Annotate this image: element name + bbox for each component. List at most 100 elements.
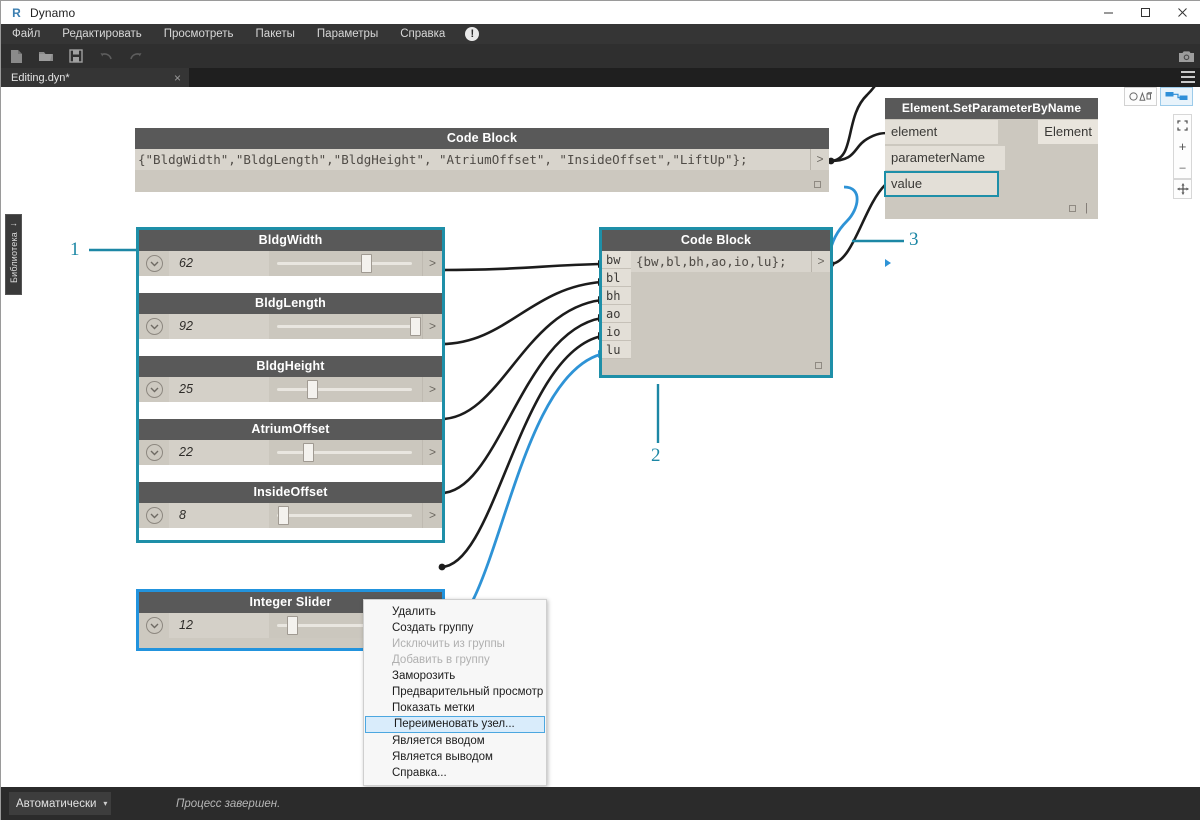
- slider-group-selection[interactable]: BldgWidth 62 > BldgLength 92: [139, 230, 442, 540]
- menu-item-settings[interactable]: Параметры: [306, 24, 389, 44]
- graph-canvas[interactable]: → Библиотека Code Block {"BldgWidth","Bl…: [1, 87, 1200, 787]
- node-slider-bldgwidth[interactable]: BldgWidth 62 >: [139, 230, 442, 293]
- expand-caret-button[interactable]: [139, 251, 169, 276]
- new-file-icon[interactable]: [1, 44, 31, 68]
- node-menu-icon[interactable]: |: [1085, 202, 1088, 214]
- output-port[interactable]: >: [810, 149, 829, 170]
- node-title: InsideOffset: [139, 482, 442, 503]
- expand-caret-button[interactable]: [139, 314, 169, 339]
- menu-item-help[interactable]: Справка: [389, 24, 456, 44]
- expand-caret-button[interactable]: [139, 613, 169, 638]
- ctx-create-group[interactable]: Создать группу: [364, 620, 546, 636]
- slider-track[interactable]: [269, 503, 422, 528]
- ctx-freeze[interactable]: Заморозить: [364, 668, 546, 684]
- output-port-element[interactable]: Element: [1038, 120, 1098, 144]
- input-port-ao[interactable]: ao: [602, 305, 631, 323]
- camera-icon[interactable]: [1171, 44, 1200, 68]
- slider-thumb[interactable]: [303, 443, 314, 462]
- slider-track[interactable]: [269, 314, 422, 339]
- redo-icon[interactable]: [121, 44, 151, 68]
- preview-toggle-icon[interactable]: [814, 181, 821, 188]
- node-slider-bldgheight[interactable]: BldgHeight 25 >: [139, 356, 442, 419]
- expand-caret-button[interactable]: [139, 377, 169, 402]
- output-port[interactable]: >: [422, 440, 442, 465]
- pin-arrow-icon[interactable]: →: [9, 218, 18, 228]
- slider-thumb[interactable]: [410, 317, 421, 336]
- title-bar: R Dynamo: [1, 1, 1200, 24]
- slider-thumb[interactable]: [287, 616, 298, 635]
- tab-close-icon[interactable]: ×: [174, 72, 181, 84]
- input-port-parametername[interactable]: parameterName: [885, 146, 1005, 170]
- output-port[interactable]: >: [811, 251, 830, 272]
- ctx-is-input[interactable]: Является вводом: [364, 733, 546, 749]
- slider-row: 92 >: [139, 314, 442, 339]
- code-block-text[interactable]: {"BldgWidth","BldgLength","BldgHeight", …: [135, 149, 810, 170]
- save-file-icon[interactable]: [61, 44, 91, 68]
- minimize-icon[interactable]: [1090, 1, 1127, 24]
- maximize-icon[interactable]: [1127, 1, 1164, 24]
- fit-to-screen-icon[interactable]: [1173, 115, 1192, 136]
- slider-thumb[interactable]: [307, 380, 318, 399]
- node-footer: [139, 339, 442, 356]
- close-icon[interactable]: [1164, 1, 1200, 24]
- slider-value[interactable]: 22: [169, 440, 269, 465]
- ctx-delete[interactable]: Удалить: [364, 604, 546, 620]
- slider-value[interactable]: 25: [169, 377, 269, 402]
- node-element-set-parameter-by-name[interactable]: Element.SetParameterByName element Eleme…: [885, 98, 1098, 219]
- input-port-bl[interactable]: bl: [602, 269, 631, 287]
- slider-track[interactable]: [269, 251, 422, 276]
- output-port[interactable]: >: [422, 503, 442, 528]
- port-row-parametername: parameterName: [885, 145, 1098, 171]
- input-port-value[interactable]: value: [885, 172, 998, 196]
- node-context-menu[interactable]: Удалить Создать группу Исключить из груп…: [363, 599, 547, 786]
- slider-thumb[interactable]: [361, 254, 372, 273]
- slider-track[interactable]: [269, 440, 422, 465]
- slider-value[interactable]: 62: [169, 251, 269, 276]
- node-code-block-main[interactable]: Code Block bw bl bh ao io lu {bw,bl,bh,a…: [602, 230, 830, 375]
- tab-editing-dyn[interactable]: Editing.dyn* ×: [1, 68, 189, 87]
- ctx-help[interactable]: Справка...: [364, 765, 546, 781]
- run-mode-dropdown[interactable]: Автоматически ▾: [9, 792, 111, 815]
- geometry-view-icon[interactable]: [1124, 87, 1157, 106]
- menu-item-packages[interactable]: Пакеты: [245, 24, 306, 44]
- ctx-preview[interactable]: Предварительный просмотр: [364, 684, 546, 700]
- input-port-lu[interactable]: lu: [602, 341, 631, 359]
- ctx-rename-node[interactable]: Переименовать узел...: [365, 716, 545, 733]
- pan-icon[interactable]: [1173, 179, 1192, 199]
- code-block-text[interactable]: {bw,bl,bh,ao,io,lu};: [631, 251, 811, 272]
- slider-value[interactable]: 12: [169, 613, 269, 638]
- node-slider-atriumoffset[interactable]: AtriumOffset 22 >: [139, 419, 442, 482]
- zoom-out-button[interactable]: –: [1173, 157, 1192, 178]
- output-port[interactable]: >: [422, 314, 442, 339]
- output-port[interactable]: >: [422, 377, 442, 402]
- undo-icon[interactable]: [91, 44, 121, 68]
- zoom-in-button[interactable]: +: [1173, 136, 1192, 157]
- ctx-show-labels[interactable]: Показать метки: [364, 700, 546, 716]
- ctx-add-to-group: Добавить в группу: [364, 652, 546, 668]
- library-panel-tab[interactable]: → Библиотека: [5, 214, 22, 295]
- alert-badge-icon[interactable]: !: [465, 27, 479, 41]
- slider-track[interactable]: [269, 377, 422, 402]
- preview-toggle-icon[interactable]: [1069, 205, 1076, 212]
- open-file-icon[interactable]: [31, 44, 61, 68]
- output-port[interactable]: >: [422, 251, 442, 276]
- expand-caret-button[interactable]: [139, 440, 169, 465]
- menu-item-view[interactable]: Просмотреть: [153, 24, 245, 44]
- graph-view-icon[interactable]: [1160, 87, 1193, 106]
- slider-thumb[interactable]: [278, 506, 289, 525]
- menu-item-file[interactable]: Файл: [1, 24, 51, 44]
- node-slider-bldglength[interactable]: BldgLength 92 >: [139, 293, 442, 356]
- hamburger-menu-icon[interactable]: [1181, 71, 1195, 83]
- menu-item-edit[interactable]: Редактировать: [51, 24, 152, 44]
- slider-value[interactable]: 8: [169, 503, 269, 528]
- ctx-is-output[interactable]: Является выводом: [364, 749, 546, 765]
- input-port-io[interactable]: io: [602, 323, 631, 341]
- expand-caret-button[interactable]: [139, 503, 169, 528]
- input-port-bh[interactable]: bh: [602, 287, 631, 305]
- node-slider-insideoffset[interactable]: InsideOffset 8 >: [139, 482, 442, 540]
- slider-value[interactable]: 92: [169, 314, 269, 339]
- input-port-bw[interactable]: bw: [602, 251, 631, 269]
- input-port-element[interactable]: element: [885, 120, 998, 144]
- node-code-block-top[interactable]: Code Block {"BldgWidth","BldgLength","Bl…: [135, 128, 829, 192]
- preview-toggle-icon[interactable]: [815, 362, 822, 369]
